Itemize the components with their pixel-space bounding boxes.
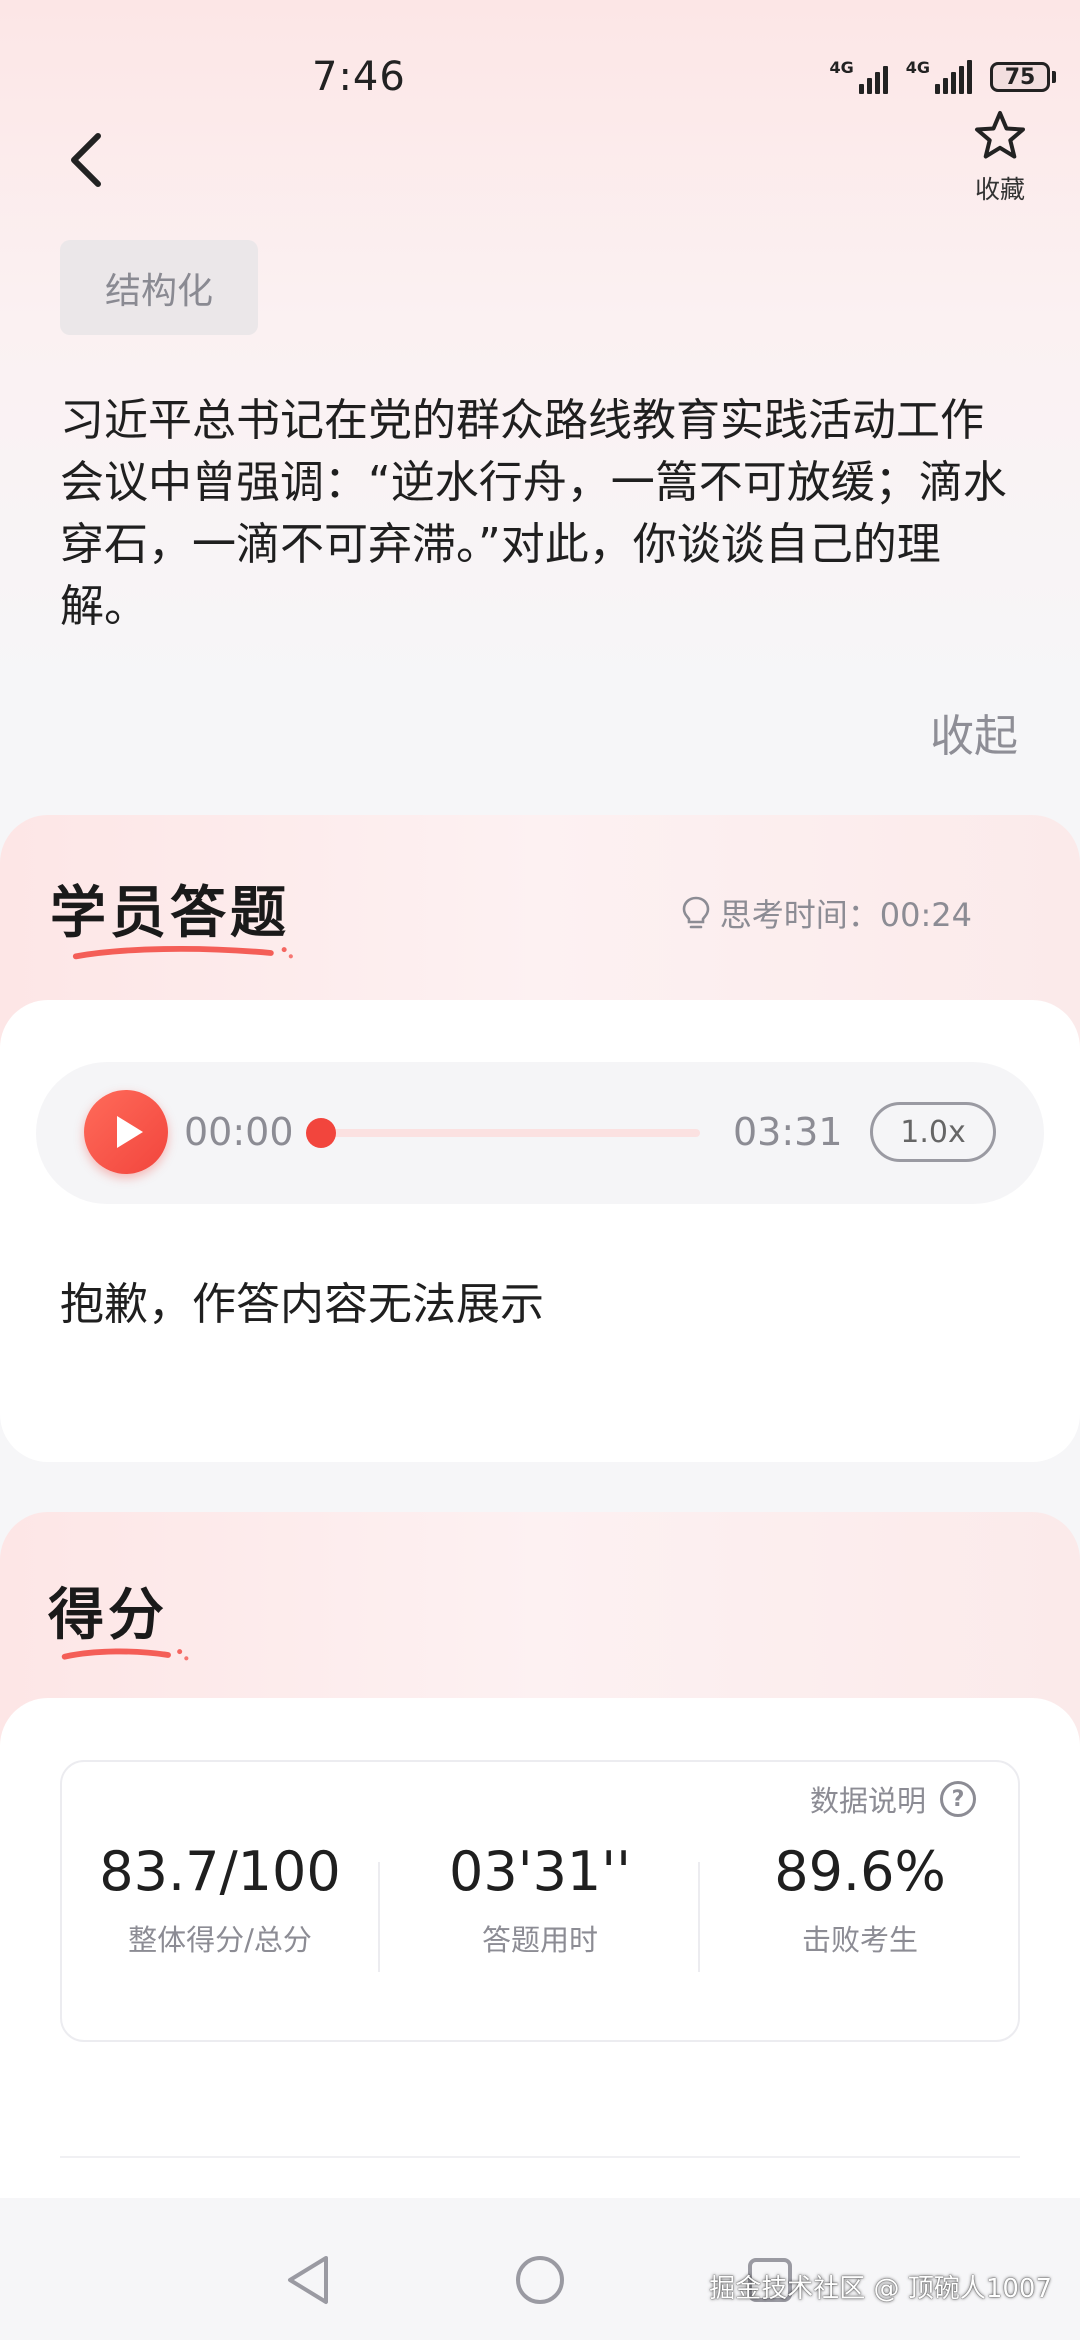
- progress-track[interactable]: [310, 1129, 700, 1137]
- signal-icon: 4G: [906, 60, 972, 94]
- signal-icon: 4G: [829, 58, 888, 94]
- answer-message: 抱歉，作答内容无法展示: [60, 1279, 544, 1330]
- current-time: 00:00: [184, 1110, 294, 1154]
- stat-answer-time: 03'31'' 答题用时: [380, 1840, 700, 1959]
- chevron-left-icon: [71, 133, 101, 187]
- nav-back-button[interactable]: [282, 2252, 334, 2312]
- question-circle-icon: ?: [940, 1781, 976, 1817]
- stat-overall-score: 83.7/100 整体得分/总分: [60, 1840, 380, 1959]
- nav-home-button[interactable]: [514, 2252, 566, 2312]
- think-time: 思考时间：00:24: [680, 890, 972, 936]
- divider: [60, 2156, 1020, 2158]
- lightbulb-icon: [682, 896, 710, 929]
- playback-speed-button[interactable]: 1.0x: [870, 1102, 996, 1162]
- back-button[interactable]: [60, 128, 116, 192]
- stat-label: 击败考生: [801, 1923, 918, 1957]
- stat-value: 83.7/100: [99, 1840, 341, 1903]
- status-time: 7:46: [312, 54, 406, 100]
- battery-icon: 75: [990, 62, 1056, 92]
- watermark: 掘金技术社区 @ 顶碗人1007: [709, 2274, 1052, 2304]
- question-text: 习近平总书记在党的群众路线教育实践活动工作会议中曾强调：“逆水行舟，一篙不可放缓…: [60, 395, 1007, 632]
- score-section-title: 得分: [48, 1583, 168, 1648]
- stat-beat-rate: 89.6% 击败考生: [700, 1840, 1020, 1959]
- star-outline-icon: [975, 111, 1025, 159]
- favorite-label: 收藏: [974, 175, 1025, 204]
- circle-home-icon: [516, 2256, 564, 2304]
- question-type-tag: 结构化: [60, 240, 258, 335]
- answer-section-title-wrap: 学员答题: [50, 868, 320, 963]
- play-button[interactable]: [84, 1090, 168, 1174]
- favorite-button[interactable]: 收藏: [950, 108, 1050, 206]
- data-info-label: 数据说明: [809, 1784, 926, 1818]
- stat-label: 答题用时: [481, 1923, 598, 1957]
- network-type: 4G: [905, 58, 930, 77]
- network-type: 4G: [829, 58, 854, 77]
- progress-handle[interactable]: [306, 1118, 336, 1148]
- stat-value: 03'31'': [449, 1840, 631, 1903]
- battery-level: 75: [990, 62, 1050, 92]
- data-info-button[interactable]: 数据说明 ?: [810, 1778, 976, 1820]
- collapse-button[interactable]: 收起: [930, 700, 1018, 764]
- stat-label: 整体得分/总分: [128, 1923, 312, 1957]
- answer-section-title: 学员答题: [50, 881, 290, 946]
- duration-time: 03:31: [733, 1110, 843, 1154]
- score-section-title-wrap: 得分: [48, 1570, 208, 1665]
- status-icons: 4G 4G 75: [829, 60, 1056, 94]
- triangle-back-icon: [288, 2256, 328, 2304]
- think-time-label: 思考时间：00:24: [719, 896, 972, 934]
- stat-value: 89.6%: [774, 1840, 946, 1903]
